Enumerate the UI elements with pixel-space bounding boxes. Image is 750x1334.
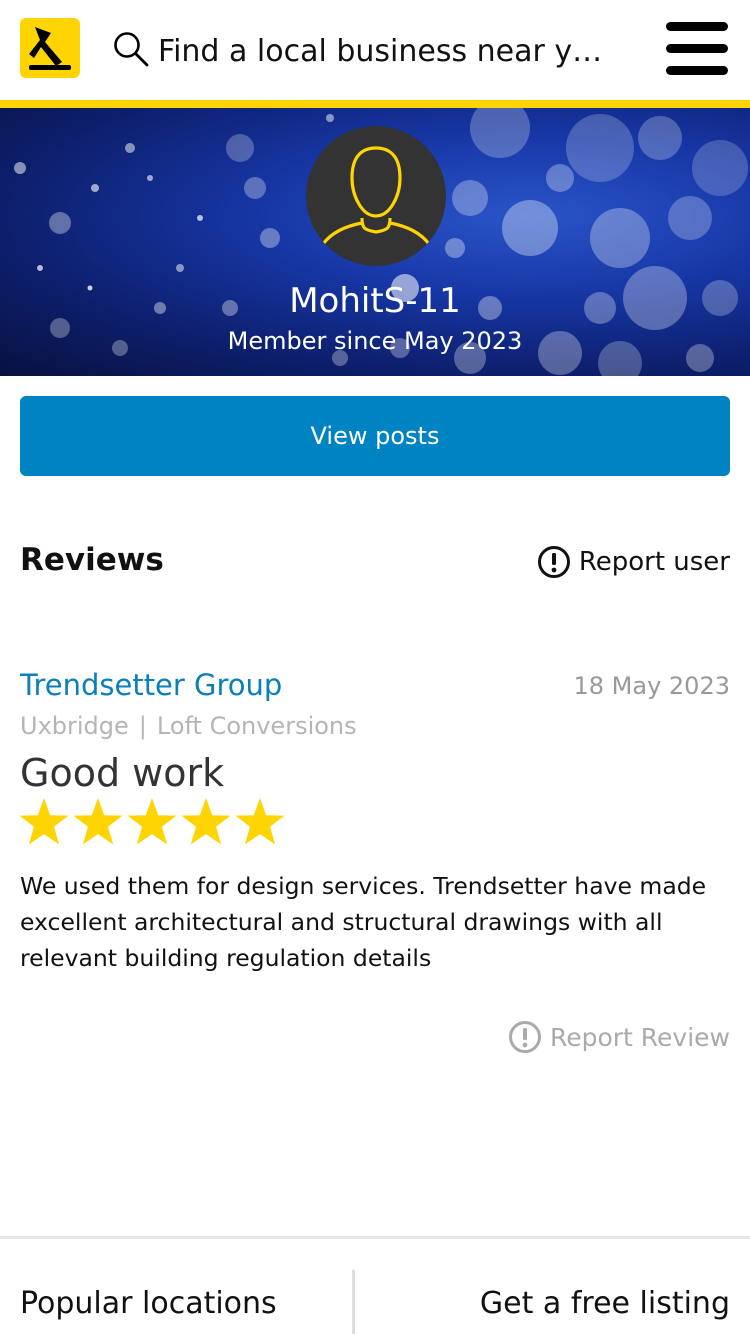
business-location: Uxbridge [20,712,129,740]
meta-separator: | [138,712,147,740]
alert-circle-icon [508,1021,541,1053]
review-business-link[interactable]: Trendsetter Group [20,664,282,706]
review-body: We used them for design services. Trends… [20,872,707,972]
free-listing-link[interactable]: Get a free listing [480,1284,730,1324]
popular-locations-link[interactable]: Popular locations [20,1284,277,1324]
member-since: Member since May 2023 [227,327,523,355]
yell-logo-icon[interactable] [20,18,80,78]
star-icon [19,798,69,845]
star-icon [127,798,177,845]
report-user-button[interactable]: Report user [537,540,730,584]
review-title: Good work [20,751,225,795]
user-avatar-icon [306,126,446,266]
star-icon [235,798,285,845]
profile-username: MohitS-11 [289,281,461,321]
profile-banner: MohitS-11 Member since May 2023 [0,108,750,376]
alert-circle-icon [537,546,570,578]
star-icon [181,798,231,845]
star-icon [73,798,123,845]
view-posts-button[interactable]: View posts [20,396,730,476]
star-rating [18,796,288,852]
footer-column-divider [352,1270,355,1334]
footer-divider-line [0,1236,750,1239]
reviews-heading: Reviews [20,542,164,578]
hamburger-menu-icon[interactable] [666,20,728,76]
search-input[interactable]: Find a local business near yo... [158,30,608,74]
search-icon[interactable] [112,30,150,68]
profile-page: Find a local business near yo... MohitS-… [0,0,750,1334]
review-date: 18 May 2023 [573,672,731,700]
top-header: Find a local business near yo... [0,0,750,100]
review-business-meta: Uxbridge | Loft Conversions [20,708,357,744]
business-category: Loft Conversions [156,712,357,740]
report-review-label: Report Review [549,1022,730,1052]
header-accent-rule [0,100,750,108]
report-user-label: Report user [578,547,730,577]
report-review-button[interactable]: Report Review [508,1016,730,1058]
